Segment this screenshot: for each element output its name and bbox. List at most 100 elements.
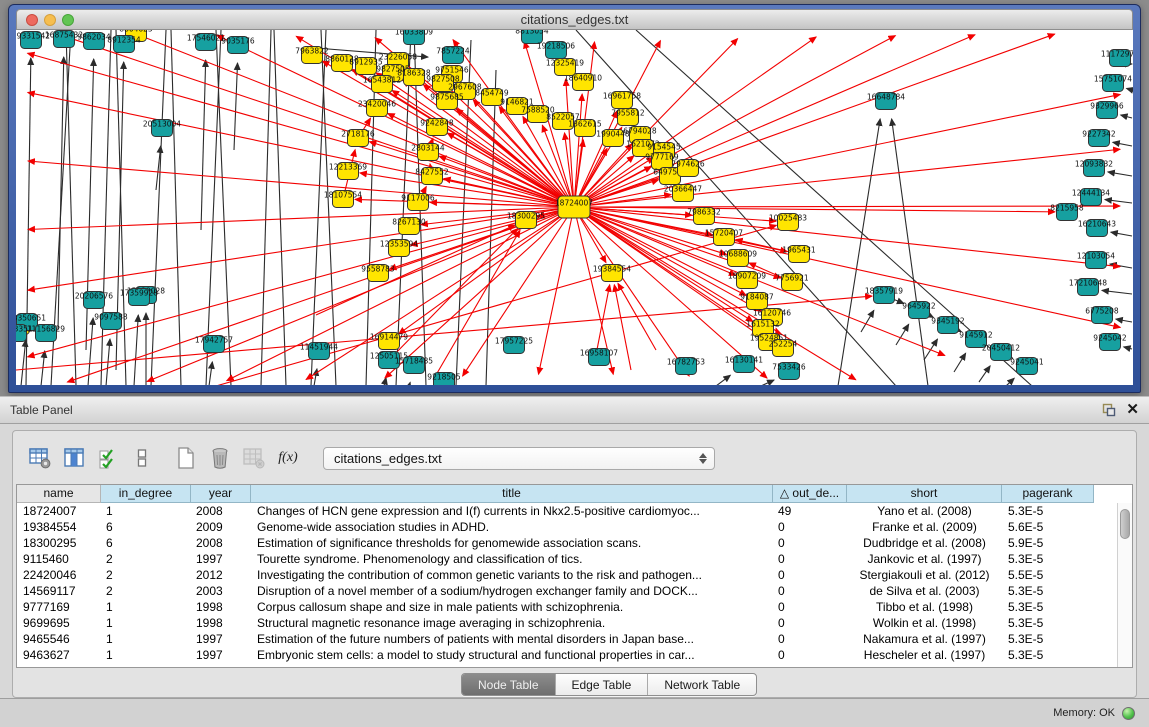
table-row[interactable]: 911546021997Tourette syndrome. Phenomeno…: [17, 551, 1132, 567]
cell-title: Embryonic stem cells: a model to study s…: [251, 647, 773, 663]
network-node-label: 17957225: [495, 337, 533, 346]
column-header-pagerank[interactable]: pagerank: [1002, 485, 1094, 503]
table-tabs: Node TableEdge TableNetwork Table: [461, 673, 757, 696]
cell-pagerank: 5.3E-5: [1002, 631, 1094, 647]
network-node-label: 11172975: [1101, 50, 1133, 59]
float-panel-icon[interactable]: [1101, 403, 1116, 418]
cell-title: Changes of HCN gene expression and I(f) …: [251, 503, 773, 519]
network-node-label: 1615132: [746, 320, 780, 329]
memory-status-label: Memory: OK: [1053, 707, 1115, 719]
table-row[interactable]: 969969511998Structural magnetic resonanc…: [17, 615, 1132, 631]
cell-title: Estimation of significance thresholds fo…: [251, 535, 773, 551]
table-mode-icon[interactable]: [25, 444, 55, 472]
minimize-window-button[interactable]: [44, 14, 56, 26]
network-node-label: 9862034: [77, 33, 111, 42]
column-header-short[interactable]: short: [847, 485, 1002, 503]
cell-out_degree: 0: [773, 615, 847, 631]
table-row[interactable]: 2242004622012Investigating the contribut…: [17, 567, 1132, 583]
cell-name: 9465546: [17, 631, 101, 647]
cell-in_degree: 1: [101, 599, 191, 615]
show-columns-icon[interactable]: [59, 444, 89, 472]
network-node-label: 9558783: [361, 265, 395, 274]
table-row[interactable]: 946554611997Estimation of the future num…: [17, 631, 1132, 647]
network-node-label: 12213369: [329, 163, 367, 172]
network-node-label: 16958107: [580, 349, 618, 358]
close-panel-icon[interactable]: ✕: [1126, 403, 1139, 417]
cell-title: Corpus callosum shape and size in male p…: [251, 599, 773, 615]
function-builder-icon[interactable]: f(x): [273, 444, 303, 472]
network-node-label: 16961758: [603, 92, 641, 101]
cell-in_degree: 2: [101, 551, 191, 567]
tab-node-table[interactable]: Node Table: [462, 674, 556, 695]
cell-short: Stergiakouli et al. (2012): [847, 567, 1002, 583]
network-node-label: 2803144: [411, 144, 445, 153]
network-window-titlebar[interactable]: citations_edges.txt: [16, 9, 1133, 30]
network-node-label: 18350651: [16, 314, 46, 323]
network-node-label: 10688609: [719, 250, 757, 259]
column-header-year[interactable]: year: [191, 485, 251, 503]
cell-name: 9777169: [17, 599, 101, 615]
table-panel-body: f(x) citations_edges.txt namein_degreeye…: [12, 430, 1137, 698]
table-row[interactable]: 1830029562008Estimation of significance …: [17, 535, 1132, 551]
column-header-out_degree[interactable]: △ out_de...: [773, 485, 847, 503]
vertical-scrollbar[interactable]: [1117, 503, 1132, 667]
network-view-window[interactable]: citations_edges.txt 79638228860128891293…: [8, 4, 1141, 393]
cell-title: Disruption of a novel member of a sodium…: [251, 583, 773, 599]
cell-out_degree: 0: [773, 567, 847, 583]
table-header: namein_degreeyeartitle△ out_de...shortpa…: [17, 485, 1132, 503]
network-node-label: 6794028: [623, 127, 657, 136]
cell-year: 1998: [191, 615, 251, 631]
cell-out_degree: 0: [773, 583, 847, 599]
network-window-title: citations_edges.txt: [521, 12, 629, 27]
table-row[interactable]: 1872400712008Changes of HCN gene express…: [17, 503, 1132, 519]
close-window-button[interactable]: [26, 14, 38, 26]
network-node-label: 16120746: [753, 309, 791, 318]
network-node-label: 18724007: [555, 199, 593, 208]
cell-in_degree: 1: [101, 615, 191, 631]
cell-short: Hescheler et al. (1997): [847, 647, 1002, 663]
table-row[interactable]: 1456911722003Disruption of a novel membe…: [17, 583, 1132, 599]
cell-pagerank: 5.6E-5: [1002, 519, 1094, 535]
node-table: namein_degreeyeartitle△ out_de...shortpa…: [16, 484, 1133, 668]
network-canvas[interactable]: 7963822886012889129352322605898275051654…: [16, 30, 1133, 385]
new-table-icon[interactable]: [171, 444, 201, 472]
network-node-label: 9117006: [401, 194, 435, 203]
network-node-label: 17942757: [195, 336, 233, 345]
column-header-name[interactable]: name: [17, 485, 101, 503]
network-node-label: 12444134: [1072, 189, 1110, 198]
network-node-label: 12353594: [380, 240, 418, 249]
table-row[interactable]: 946362711997Embryonic stem cells: a mode…: [17, 647, 1132, 663]
network-node-label: 9751546: [435, 66, 469, 75]
network-node-label: 7756921: [775, 274, 809, 283]
row-height-icon[interactable]: [127, 444, 157, 472]
table-row[interactable]: 1938455462009Genome-wide association stu…: [17, 519, 1132, 535]
cell-name: 18300295: [17, 535, 101, 551]
network-node-label: 15751074: [1094, 75, 1132, 84]
network-node-label: 9184087: [740, 293, 774, 302]
network-node-label: 8454749: [475, 89, 509, 98]
table-row[interactable]: 977716911998Corpus callosum shape and si…: [17, 599, 1132, 615]
select-columns-icon[interactable]: [93, 444, 123, 472]
cell-pagerank: 5.9E-5: [1002, 535, 1094, 551]
tab-network-table[interactable]: Network Table: [648, 674, 756, 695]
network-node-label: 18107554: [324, 191, 362, 200]
network-node-label: 7963822: [295, 47, 329, 56]
scrollbar-thumb[interactable]: [1120, 509, 1130, 539]
network-node-label: 11451944: [300, 343, 338, 352]
network-node-label: 8427552: [415, 168, 449, 177]
cell-year: 2012: [191, 567, 251, 583]
column-header-in_degree[interactable]: in_degree: [101, 485, 191, 503]
delete-table-icon[interactable]: [205, 444, 235, 472]
tab-edge-table[interactable]: Edge Table: [556, 674, 649, 695]
cell-short: Wolkin et al. (1998): [847, 615, 1002, 631]
column-header-title[interactable]: title: [251, 485, 773, 503]
cell-short: Tibbo et al. (1998): [847, 599, 1002, 615]
cell-pagerank: 5.3E-5: [1002, 583, 1094, 599]
zoom-window-button[interactable]: [62, 14, 74, 26]
table-selector[interactable]: citations_edges.txt: [323, 447, 715, 470]
cell-pagerank: 5.3E-5: [1002, 503, 1094, 519]
network-node-label: 10025483: [769, 214, 807, 223]
memory-status-icon[interactable]: [1122, 707, 1135, 720]
network-node-label: 16210643: [1078, 220, 1116, 229]
network-node-label: 20450412: [982, 344, 1020, 353]
